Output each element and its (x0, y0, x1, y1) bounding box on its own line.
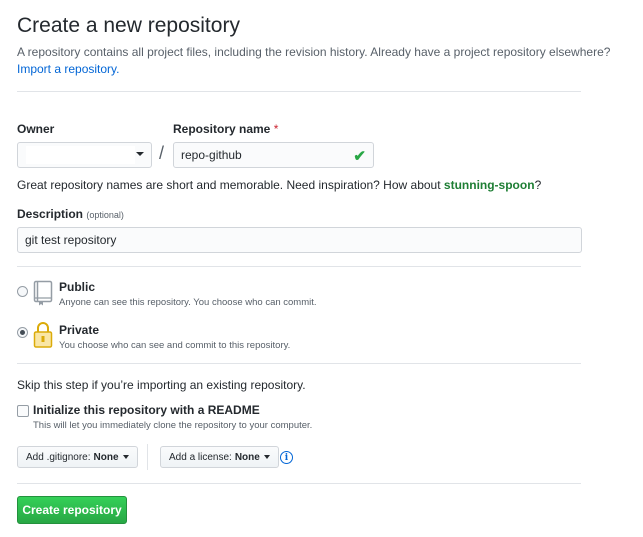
chevron-down-icon (122, 455, 129, 459)
divider (17, 483, 581, 484)
lock-icon (33, 322, 53, 348)
page-title: Create a new repository (17, 14, 240, 37)
readme-description: This will let you immediately clone the … (33, 420, 313, 431)
private-description: You choose who can see and commit to thi… (59, 340, 291, 351)
gitignore-select[interactable]: Add .gitignore: None (17, 446, 138, 468)
license-select[interactable]: Add a license: None (160, 446, 279, 468)
owner-label: Owner (17, 122, 55, 136)
import-repository-link[interactable]: Import a repository. (17, 62, 119, 76)
readme-label[interactable]: Initialize this repository with a README (33, 403, 260, 417)
license-value: None (234, 451, 260, 463)
name-hint-suffix: ? (534, 178, 542, 192)
divider (17, 266, 581, 267)
chevron-down-icon (136, 152, 144, 156)
private-radio[interactable] (17, 327, 28, 338)
create-repository-button[interactable]: Create repository (17, 496, 127, 524)
divider (17, 91, 581, 92)
check-icon: ✔ (353, 148, 366, 165)
license-prefix: Add a license: (169, 451, 232, 463)
divider (17, 363, 581, 364)
owner-repo-separator: / (159, 143, 165, 163)
description-input[interactable]: git test repository (17, 227, 582, 253)
gitignore-value: None (93, 451, 119, 463)
required-mark: * (273, 122, 279, 136)
name-suggestion[interactable]: stunning-spoon (444, 178, 535, 192)
name-hint-text: Great repository names are short and mem… (17, 178, 441, 192)
repo-book-icon (33, 280, 53, 306)
description-value: git test repository (25, 233, 117, 247)
info-icon[interactable]: i (280, 451, 293, 464)
page-description: A repository contains all project files,… (17, 45, 611, 59)
public-radio[interactable] (17, 286, 28, 297)
public-title: Public (59, 280, 96, 294)
repository-name-input[interactable]: repo-github ✔ (173, 142, 374, 168)
gitignore-prefix: Add .gitignore: (26, 451, 91, 463)
repository-name-value: repo-github (181, 148, 242, 162)
repository-name-label-text: Repository name (173, 122, 271, 136)
chevron-down-icon (263, 455, 270, 459)
private-title: Private (59, 323, 100, 337)
public-description: Anyone can see this repository. You choo… (59, 297, 317, 308)
skip-note: Skip this step if you’re importing an ex… (17, 378, 306, 392)
select-separator (147, 444, 148, 470)
optional-note: (optional) (86, 210, 124, 220)
readme-checkbox[interactable] (17, 405, 29, 417)
owner-select[interactable] (17, 142, 152, 168)
repository-name-label: Repository name * (173, 122, 278, 136)
owner-value (26, 146, 135, 164)
name-hint: Great repository names are short and mem… (17, 178, 541, 192)
description-label: Description (optional) (17, 207, 124, 221)
description-label-text: Description (17, 207, 84, 221)
